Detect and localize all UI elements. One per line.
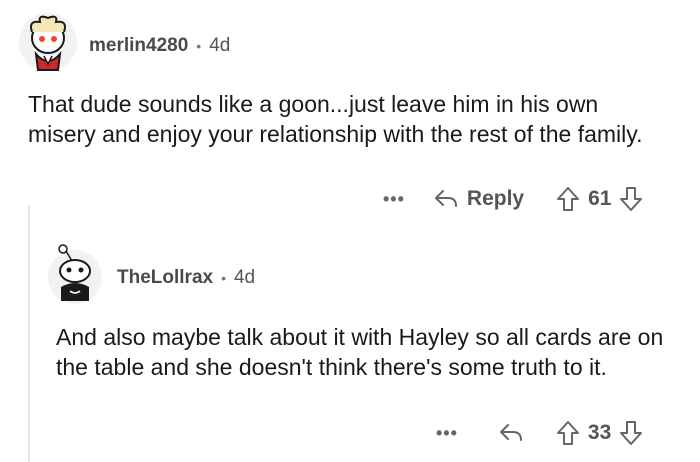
reply-button[interactable] (498, 422, 524, 444)
timestamp: 4d (209, 35, 231, 56)
comment-text: And also maybe talk about it with Hayley… (56, 324, 664, 380)
thread-line (28, 205, 30, 462)
username[interactable]: TheLollrax (117, 267, 213, 289)
separator-dot: • (196, 38, 202, 54)
avatar-merlin-icon (19, 13, 77, 71)
downvote-arrow-icon[interactable] (619, 186, 643, 212)
avatar-snoo-icon (48, 244, 102, 304)
reply-arrow-icon (499, 424, 522, 441)
comment-meta: merlin4280 • 4d (89, 35, 230, 57)
reply-label: Reply (466, 187, 525, 210)
vote-controls: 33 (556, 420, 643, 446)
avatar[interactable] (46, 243, 104, 305)
timestamp: 4d (233, 267, 256, 288)
username[interactable]: merlin4280 (89, 35, 188, 57)
comment-actions: ••• 33 (436, 420, 643, 446)
reply-arrow-icon (434, 190, 457, 207)
comment-text: That dude sounds like a goon...just leav… (28, 91, 643, 147)
vote-score: 33 (587, 421, 612, 444)
avatar[interactable] (18, 12, 78, 72)
downvote-arrow-icon[interactable] (619, 420, 643, 446)
comment-actions: ••• Reply 61 (383, 186, 643, 212)
reply-button[interactable]: Reply (433, 187, 524, 211)
more-options-button[interactable]: ••• (436, 423, 458, 444)
vote-controls: 61 (556, 186, 643, 212)
upvote-arrow-icon[interactable] (556, 186, 580, 212)
more-options-button[interactable]: ••• (383, 189, 405, 210)
vote-score: 61 (588, 187, 612, 210)
upvote-arrow-icon[interactable] (556, 420, 580, 446)
separator-dot: • (221, 270, 226, 286)
comment-meta: TheLollrax • 4d (117, 267, 255, 289)
